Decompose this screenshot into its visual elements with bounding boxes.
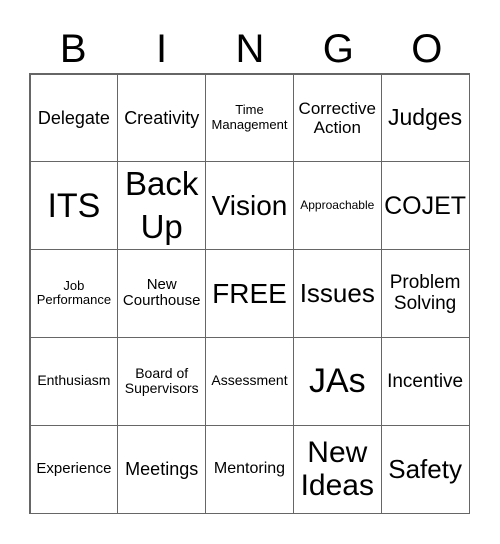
header-letter-n: N xyxy=(235,27,265,71)
bingo-cell[interactable]: Experience xyxy=(29,424,119,514)
bingo-cell[interactable]: Incentive xyxy=(380,336,470,426)
header-letter-i: I xyxy=(156,27,168,71)
bingo-cell[interactable]: New Courthouse xyxy=(117,249,207,338)
bingo-cell[interactable]: Approachable xyxy=(292,161,382,251)
bingo-cell[interactable]: Corrective Action xyxy=(292,73,382,163)
bingo-cell[interactable]: New Ideas xyxy=(292,424,382,514)
bingo-cell[interactable]: ITS xyxy=(29,161,119,251)
bingo-grid: Delegate Creativity Time Management Correct… xyxy=(29,73,470,514)
bingo-cell[interactable]: Problem Solving xyxy=(380,249,470,338)
header-letter-b: B xyxy=(59,27,87,71)
bingo-cell[interactable]: Judges xyxy=(380,73,470,163)
bingo-cell[interactable]: Delegate xyxy=(29,73,119,163)
bingo-cell[interactable]: Creativity xyxy=(117,73,207,163)
bingo-header: B I N G O xyxy=(29,26,471,72)
header-letter-g: G xyxy=(322,27,354,71)
bingo-cell[interactable]: Job Performance xyxy=(29,249,119,338)
bingo-cell[interactable]: Back Up xyxy=(117,161,207,251)
header-letter-o: O xyxy=(411,27,443,71)
bingo-cell[interactable]: Assessment xyxy=(205,336,294,426)
bingo-cell[interactable]: COJET xyxy=(380,161,470,251)
bingo-cell[interactable]: FREE xyxy=(205,249,294,338)
bingo-cell[interactable]: Vision xyxy=(205,161,294,251)
bingo-cell[interactable]: Safety xyxy=(380,424,470,514)
bingo-cell[interactable]: JAs xyxy=(292,336,382,426)
bingo-cell[interactable]: Time Management xyxy=(205,73,294,163)
bingo-cell[interactable]: Meetings xyxy=(117,424,207,514)
bingo-cell[interactable]: Issues xyxy=(292,249,382,338)
bingo-cell[interactable]: Enthusiasm xyxy=(29,336,119,426)
bingo-cell[interactable]: Board of Supervisors xyxy=(117,336,207,426)
bingo-cell[interactable]: Mentoring xyxy=(205,424,294,514)
